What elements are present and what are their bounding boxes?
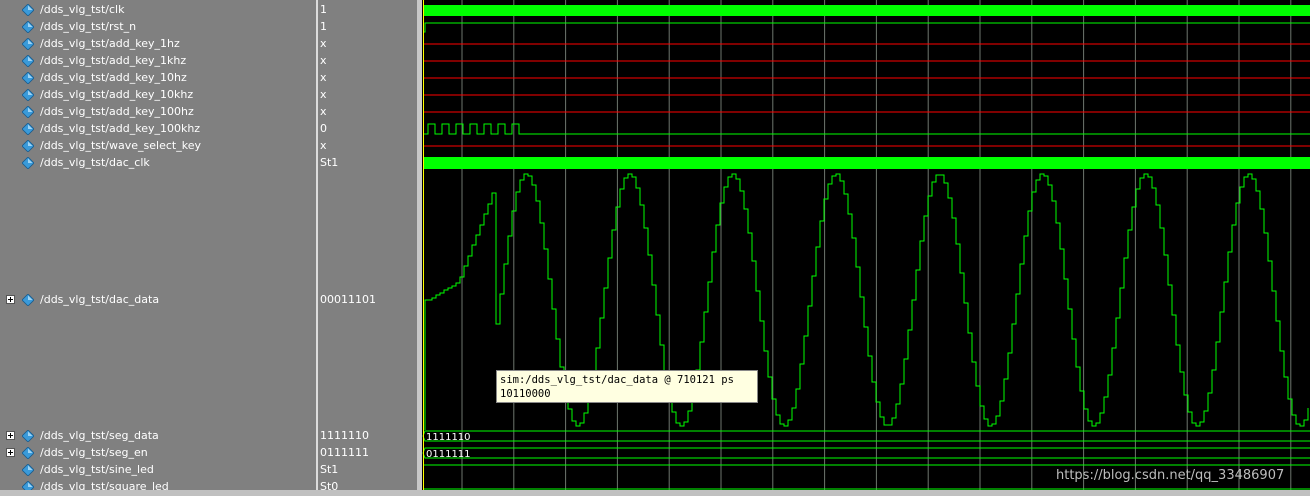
dac-clk-trace — [424, 157, 1310, 169]
signal-row-add-key-1khz[interactable]: /dds_vlg_tst/add_key_1khz — [0, 52, 316, 69]
seg-data-bus-label: 1111110 — [426, 432, 471, 443]
signal-diamond-icon — [22, 157, 34, 169]
horizontal-scrollbar[interactable] — [0, 490, 1310, 496]
signal-diamond-icon — [22, 55, 34, 67]
seg-en-bus-label: 0111111 — [426, 449, 471, 460]
signal-name-label: /dds_vlg_tst/add_key_1hz — [40, 37, 180, 50]
seg-en-bus-top — [422, 447, 1310, 454]
signal-value-label: x — [320, 71, 327, 84]
signal-row-dac-data[interactable]: /dds_vlg_tst/dac_data — [0, 291, 316, 308]
signal-value-label: 0111111 — [320, 446, 369, 459]
signal-name-label: /dds_vlg_tst/sine_led — [40, 463, 154, 476]
signal-diamond-icon — [22, 106, 34, 118]
signal-value-label: x — [320, 105, 327, 118]
signal-value-label: 00011101 — [320, 293, 376, 306]
signal-row-dac-clk[interactable]: /dds_vlg_tst/dac_clk — [0, 154, 316, 171]
signal-name-label: /dds_vlg_tst/wave_select_key — [40, 139, 201, 152]
tooltip-signal-line: sim:/dds_vlg_tst/dac_data @ 710121 ps — [500, 374, 734, 386]
signal-diamond-icon — [22, 430, 34, 442]
signal-row-wave-select-key[interactable]: /dds_vlg_tst/wave_select_key — [0, 137, 316, 154]
signal-value-label: x — [320, 54, 327, 67]
clk-trace — [424, 5, 1310, 16]
seg-en-bus-bottom — [422, 452, 1310, 459]
expand-plus-icon[interactable] — [6, 295, 15, 304]
signal-diamond-icon — [22, 72, 34, 84]
signal-diamond-icon — [22, 38, 34, 50]
signal-diamond-icon — [22, 123, 34, 135]
signal-row-seg-en[interactable]: /dds_vlg_tst/seg_en — [0, 444, 316, 461]
signal-row-rst-n[interactable]: /dds_vlg_tst/rst_n — [0, 18, 316, 35]
signal-row-add-key-100hz[interactable]: /dds_vlg_tst/add_key_100hz — [0, 103, 316, 120]
signal-name-label: /dds_vlg_tst/seg_en — [40, 446, 148, 459]
signal-values-pane[interactable]: 1 1 x x x x x 0 x St1 00011101 1111110 0111111 St1 St0 — [318, 0, 417, 496]
signal-value-label: St1 — [320, 156, 339, 169]
signal-value-label: St1 — [320, 463, 339, 476]
signal-diamond-icon — [22, 89, 34, 101]
signal-value-label: 0 — [320, 122, 327, 135]
waveform-canvas[interactable]: 1111110 0111111 — [422, 0, 1310, 490]
seg-data-bus-bottom — [422, 435, 1310, 442]
signal-value-label: x — [320, 37, 327, 50]
signal-row-add-key-10hz[interactable]: /dds_vlg_tst/add_key_10hz — [0, 69, 316, 86]
signal-name-label: /dds_vlg_tst/dac_data — [40, 293, 160, 306]
watermark-text: https://blog.csdn.net/qq_33486907 — [1056, 468, 1285, 483]
signal-name-label: /dds_vlg_tst/add_key_10hz — [40, 71, 187, 84]
signal-name-label: /dds_vlg_tst/add_key_100khz — [40, 122, 201, 135]
signal-row-add-key-100khz[interactable]: /dds_vlg_tst/add_key_100khz — [0, 120, 316, 137]
signal-row-seg-data[interactable]: /dds_vlg_tst/seg_data — [0, 427, 316, 444]
signal-name-label: /dds_vlg_tst/dac_clk — [40, 156, 150, 169]
tooltip-value-line: 10110000 — [500, 388, 551, 400]
signal-names-pane[interactable]: /dds_vlg_tst/clk/dds_vlg_tst/rst_n/dds_v… — [0, 0, 316, 496]
expand-plus-icon[interactable] — [6, 448, 15, 457]
signal-name-label: /dds_vlg_tst/rst_n — [40, 20, 137, 33]
add-key-100khz-trace — [423, 123, 1310, 135]
expand-plus-icon[interactable] — [6, 431, 15, 440]
signal-diamond-icon — [22, 447, 34, 459]
signal-value-label: x — [320, 88, 327, 101]
signal-value-label: 1111110 — [320, 429, 369, 442]
value-tooltip: sim:/dds_vlg_tst/dac_data @ 710121 ps 10… — [496, 370, 758, 403]
signal-row-clk[interactable]: /dds_vlg_tst/clk — [0, 1, 316, 18]
seg-data-bus-top — [422, 430, 1310, 437]
signal-diamond-icon — [22, 4, 34, 16]
signal-row-sine-led[interactable]: /dds_vlg_tst/sine_led — [0, 461, 316, 478]
signal-value-label: x — [320, 139, 327, 152]
signal-diamond-icon — [22, 294, 34, 306]
signal-value-label: 1 — [320, 3, 327, 16]
signal-diamond-icon — [22, 21, 34, 33]
signal-diamond-icon — [22, 464, 34, 476]
signal-value-label: 1 — [320, 20, 327, 33]
waveform-window: /dds_vlg_tst/clk/dds_vlg_tst/rst_n/dds_v… — [0, 0, 1310, 496]
signal-name-label: /dds_vlg_tst/add_key_100hz — [40, 105, 194, 118]
signal-name-label: /dds_vlg_tst/add_key_10khz — [40, 88, 194, 101]
signal-name-label: /dds_vlg_tst/seg_data — [40, 429, 159, 442]
signal-row-add-key-1hz[interactable]: /dds_vlg_tst/add_key_1hz — [0, 35, 316, 52]
rst-n-trace — [423, 22, 1310, 33]
signal-diamond-icon — [22, 140, 34, 152]
signal-name-label: /dds_vlg_tst/add_key_1khz — [40, 54, 187, 67]
signal-row-add-key-10khz[interactable]: /dds_vlg_tst/add_key_10khz — [0, 86, 316, 103]
waveform-pane[interactable]: 1111110 0111111 — [422, 0, 1310, 490]
signal-name-label: /dds_vlg_tst/clk — [40, 3, 125, 16]
